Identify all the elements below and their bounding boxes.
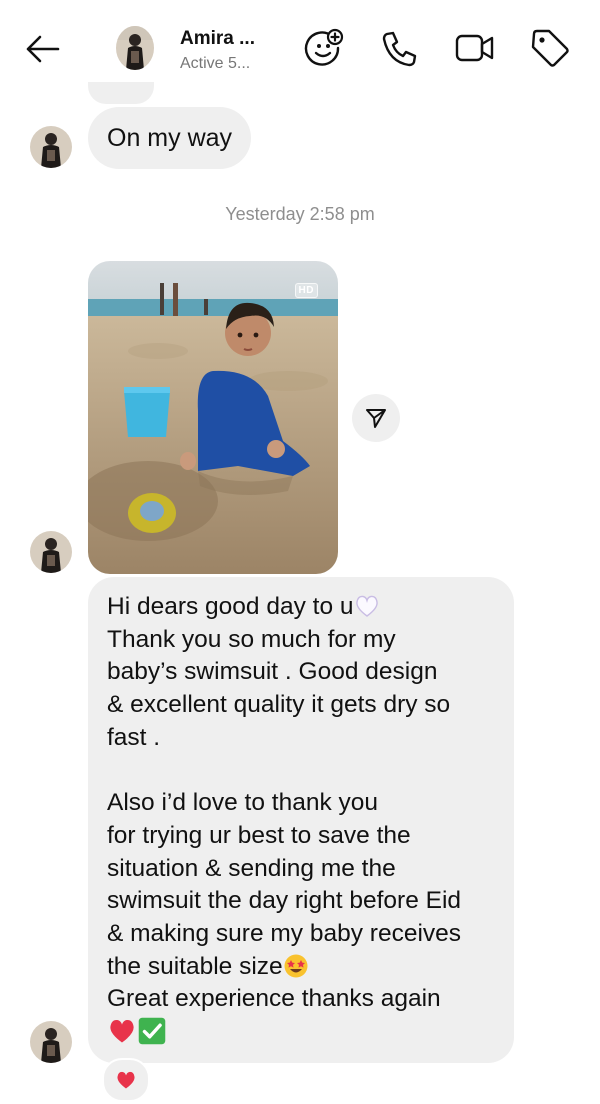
share-photo-button[interactable] bbox=[352, 394, 400, 442]
tag-icon bbox=[531, 29, 569, 67]
audio-call-button[interactable] bbox=[378, 26, 422, 70]
hd-badge: HD bbox=[294, 283, 318, 298]
red-heart-icon bbox=[117, 1071, 135, 1089]
white-heart-icon bbox=[355, 595, 378, 617]
previous-message-bubble bbox=[88, 82, 154, 104]
contact-name[interactable]: Amira ... bbox=[180, 28, 255, 50]
effects-button[interactable] bbox=[302, 26, 346, 70]
phone-icon bbox=[382, 31, 417, 67]
sender-avatar[interactable] bbox=[30, 126, 72, 168]
message-photo[interactable]: HD bbox=[88, 261, 338, 574]
message-bubble[interactable]: Hi dears good day to u Thank you so much… bbox=[88, 577, 514, 1063]
active-status: Active 5... bbox=[180, 55, 251, 72]
video-camera-icon bbox=[455, 34, 494, 62]
red-heart-icon bbox=[110, 1020, 134, 1043]
back-button[interactable] bbox=[22, 28, 64, 70]
video-call-button[interactable] bbox=[453, 26, 497, 70]
contact-avatar[interactable] bbox=[116, 26, 154, 70]
back-arrow-icon bbox=[26, 35, 60, 63]
star-struck-face-icon bbox=[284, 954, 308, 978]
label-button[interactable] bbox=[528, 26, 572, 70]
effects-add-icon bbox=[304, 28, 344, 66]
message-timestamp: Yesterday 2:58 pm bbox=[225, 204, 375, 224]
message-text: Hi dears good day to u Thank you so much… bbox=[107, 591, 507, 1050]
send-share-icon bbox=[366, 409, 386, 428]
sender-avatar[interactable] bbox=[30, 531, 72, 573]
check-mark-button-icon bbox=[138, 1017, 166, 1045]
message-reaction[interactable] bbox=[102, 1058, 150, 1102]
message-bubble[interactable]: On my way bbox=[88, 107, 252, 169]
sender-avatar[interactable] bbox=[30, 1021, 72, 1063]
